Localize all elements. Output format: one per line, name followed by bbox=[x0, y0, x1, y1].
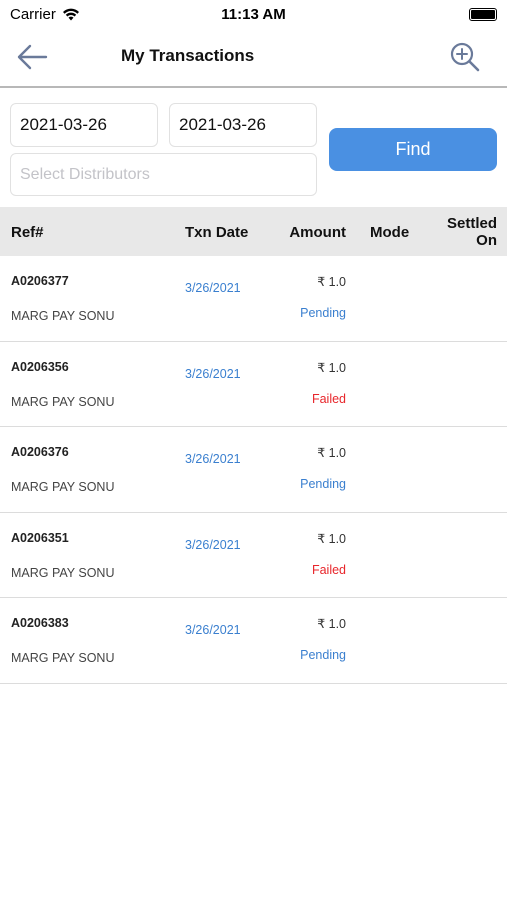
distributor-name: MARG PAY SONU bbox=[11, 309, 115, 323]
transaction-amount: ₹ 1.0 bbox=[317, 617, 346, 631]
transaction-amount: ₹ 1.0 bbox=[317, 275, 346, 289]
transaction-ref: A0206356 bbox=[11, 359, 69, 374]
from-date-field[interactable]: 2021-03-26 bbox=[10, 103, 158, 147]
battery-icon bbox=[469, 8, 497, 21]
transaction-row[interactable]: A0206376 MARG PAY SONU 3/26/2021 ₹ 1.0 P… bbox=[0, 427, 507, 513]
arrow-left-icon bbox=[17, 44, 48, 70]
column-header-ref: Ref# bbox=[11, 224, 44, 241]
transaction-date: 3/26/2021 bbox=[185, 366, 241, 381]
transaction-ref: A0206351 bbox=[11, 530, 69, 545]
column-header-mode: Mode bbox=[370, 224, 410, 241]
page-title: My Transactions bbox=[121, 46, 255, 65]
status-badge: Pending bbox=[300, 306, 346, 320]
distributor-name: MARG PAY SONU bbox=[11, 651, 115, 665]
transaction-date: 3/26/2021 bbox=[185, 537, 241, 552]
transaction-date: 3/26/2021 bbox=[185, 452, 241, 466]
column-header-settled-on: Settled On bbox=[446, 215, 497, 249]
distributor-name: MARG PAY SONU bbox=[11, 394, 115, 409]
transaction-amount: ₹ 1.0 bbox=[317, 360, 346, 375]
transaction-row[interactable]: A0206351 MARG PAY SONU 3/26/2021 ₹ 1.0 F… bbox=[0, 513, 507, 598]
column-header-txn-date: Txn Date bbox=[185, 224, 249, 241]
transaction-ref: A0206383 bbox=[11, 616, 69, 630]
status-bar: Carrier 11:13 AM bbox=[0, 0, 507, 28]
filter-panel: 2021-03-26 2021-03-26 Select Distributor… bbox=[0, 90, 507, 207]
table-header: Ref# Txn Date Amount Mode Settled On bbox=[0, 207, 507, 256]
back-button[interactable] bbox=[12, 40, 52, 74]
to-date-field[interactable]: 2021-03-26 bbox=[169, 103, 317, 147]
status-badge: Pending bbox=[300, 648, 346, 662]
status-badge: Failed bbox=[311, 391, 346, 406]
zoom-button[interactable] bbox=[447, 40, 483, 74]
transaction-row[interactable]: A0206383 MARG PAY SONU 3/26/2021 ₹ 1.0 P… bbox=[0, 598, 507, 684]
column-header-amount: Amount bbox=[289, 224, 346, 241]
distributor-name: MARG PAY SONU bbox=[11, 565, 115, 580]
transaction-row[interactable]: A0206356 MARG PAY SONU 3/26/2021 ₹ 1.0 F… bbox=[0, 342, 507, 427]
status-badge: Failed bbox=[311, 562, 346, 577]
transaction-list: A0206377 MARG PAY SONU 3/26/2021 ₹ 1.0 P… bbox=[0, 256, 507, 684]
status-badge: Pending bbox=[300, 477, 346, 491]
transaction-row[interactable]: A0206377 MARG PAY SONU 3/26/2021 ₹ 1.0 P… bbox=[0, 256, 507, 342]
transaction-date: 3/26/2021 bbox=[185, 281, 241, 295]
distributor-select[interactable]: Select Distributors bbox=[10, 153, 317, 196]
transaction-ref: A0206376 bbox=[11, 445, 69, 459]
transaction-date: 3/26/2021 bbox=[185, 623, 241, 637]
transaction-amount: ₹ 1.0 bbox=[317, 446, 346, 460]
zoom-in-icon bbox=[450, 42, 480, 72]
find-button[interactable]: Find bbox=[329, 128, 497, 171]
transaction-amount: ₹ 1.0 bbox=[317, 531, 346, 546]
battery-level bbox=[471, 10, 495, 19]
clock: 11:13 AM bbox=[221, 6, 286, 23]
transaction-ref: A0206377 bbox=[11, 274, 69, 288]
navigation-bar: My Transactions bbox=[0, 28, 507, 88]
distributor-name: MARG PAY SONU bbox=[11, 480, 115, 494]
